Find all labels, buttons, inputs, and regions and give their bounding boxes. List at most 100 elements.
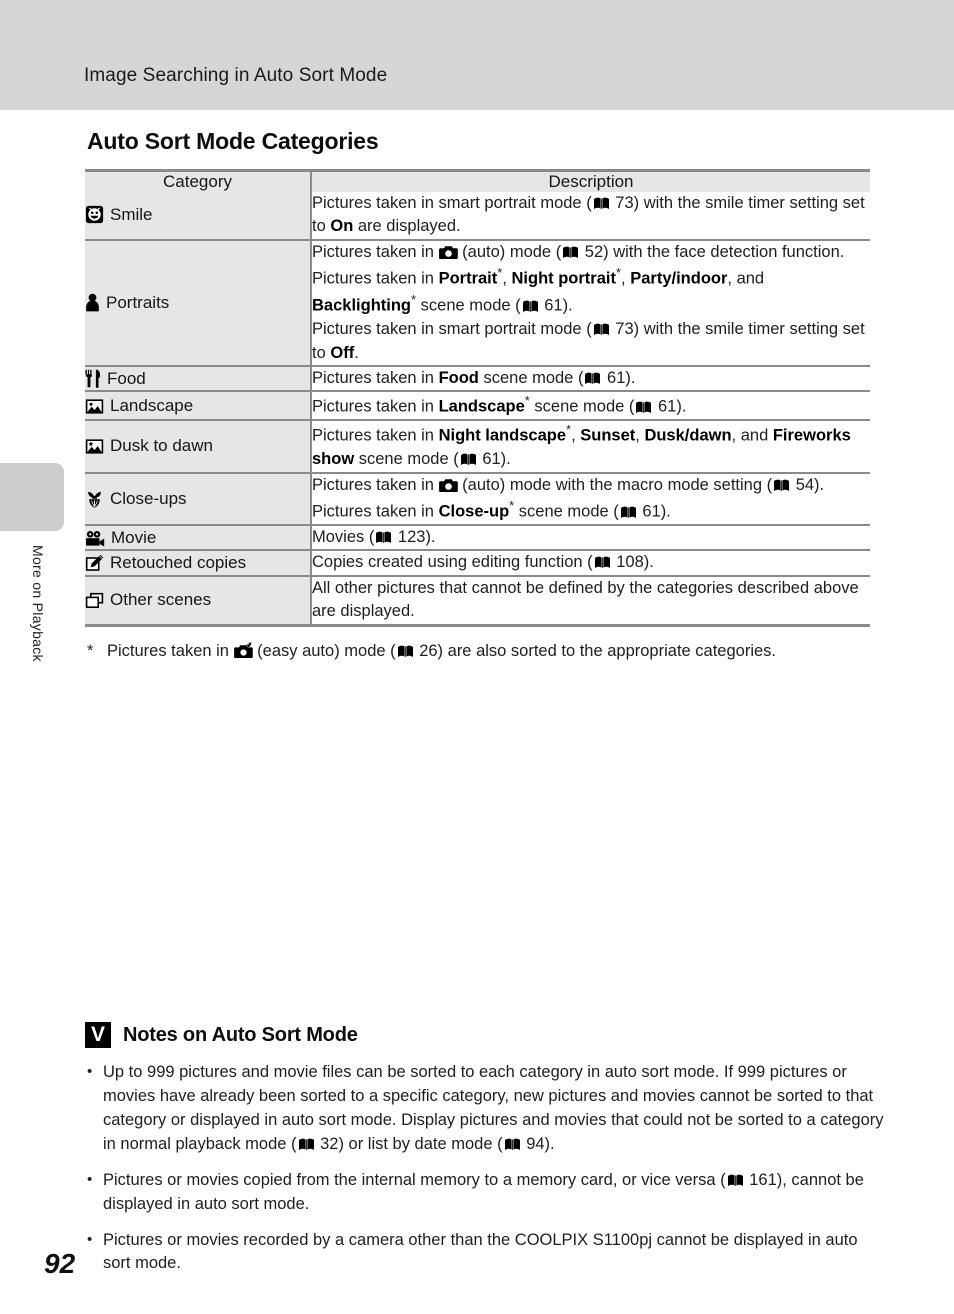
emphasis-text: Night portrait: [511, 269, 616, 288]
emphasis-text: Close-up: [438, 502, 510, 521]
notes-header: V Notes on Auto Sort Mode: [85, 1022, 885, 1048]
column-header-category: Category: [85, 170, 311, 192]
retouch-pen-icon: [85, 554, 104, 572]
description-paragraph: Pictures taken in smart portrait mode ( …: [312, 194, 865, 236]
book-icon: [504, 1137, 521, 1152]
table-header-row: Category Description: [85, 170, 870, 192]
book-icon: [593, 196, 610, 211]
description-paragraph: Pictures taken in smart portrait mode ( …: [312, 320, 865, 362]
sidebar-chapter-tab: [0, 463, 64, 531]
category-label: Movie: [111, 527, 157, 547]
category-cell: Food: [85, 365, 311, 393]
description-cell: Copies created using editing function ( …: [310, 550, 870, 577]
description-paragraph: Pictures taken in Night landscape*, Suns…: [312, 422, 851, 469]
emphasis-text: Sunset: [580, 426, 636, 445]
dusk-dawn-icon: [85, 438, 104, 455]
book-icon: [594, 555, 611, 570]
page-header-band: [0, 0, 954, 110]
emphasis-text: Dusk/dawn: [644, 426, 732, 445]
book-icon: [460, 452, 477, 467]
smile-face-icon: [85, 205, 104, 224]
category-label: Other scenes: [110, 590, 212, 610]
category-label: Food: [107, 368, 146, 388]
table-row: Other scenes All other pictures that cann…: [85, 575, 870, 626]
footnote-marker: *: [87, 641, 94, 660]
table-row: Close-ups Pictures taken in (auto) mode w…: [85, 472, 870, 526]
notes-list: Up to 999 pictures and movie files can b…: [85, 1061, 885, 1276]
page-content: Auto Sort Mode Categories Category Descr…: [85, 110, 875, 663]
book-icon: [562, 245, 579, 260]
emphasis-text: Off: [330, 343, 355, 362]
description-cell: Pictures taken in (auto) mode with the m…: [310, 472, 870, 526]
description-cell: Pictures taken in smart portrait mode ( …: [310, 192, 870, 241]
category-label: Retouched copies: [110, 553, 247, 573]
footnote-asterisk: *: [524, 393, 530, 409]
sidebar-chapter-label: More on Playback: [30, 545, 46, 662]
book-icon: [635, 400, 652, 415]
page-number: 92: [44, 1248, 76, 1279]
stacked-frames-icon: [85, 592, 104, 609]
description-cell: All other pictures that cannot be define…: [310, 575, 870, 626]
category-label: Dusk to dawn: [110, 436, 213, 456]
emphasis-text: Backlighting: [312, 296, 412, 315]
description-cell: Movies ( 123).: [310, 524, 870, 552]
footnote-asterisk: *: [509, 498, 515, 514]
emphasis-text: Night landscape: [438, 426, 567, 445]
book-icon: [773, 478, 790, 493]
category-cell: Dusk to dawn: [85, 420, 311, 474]
category-label: Landscape: [110, 395, 194, 415]
table-row: Food Pictures taken in Food scene mode ( …: [85, 365, 870, 393]
description-paragraph: Pictures taken in (auto) mode ( 52) with…: [312, 242, 845, 315]
emphasis-text: Party/indoor: [630, 269, 728, 288]
description-paragraph: Pictures taken in Close-up* scene mode (…: [312, 498, 671, 521]
column-header-description: Description: [310, 170, 870, 192]
table-body: Smile Pictures taken in smart portrait mo…: [85, 192, 870, 626]
category-cell: Movie: [85, 524, 311, 552]
emphasis-text: Landscape: [438, 397, 525, 416]
category-cell: Retouched copies: [85, 550, 311, 577]
book-icon: [620, 505, 637, 520]
description-paragraph: All other pictures that cannot be define…: [312, 578, 859, 621]
category-label: Close-ups: [110, 488, 187, 508]
description-cell: Pictures taken in Night landscape*, Suns…: [310, 420, 870, 474]
emphasis-text: Portrait: [438, 269, 498, 288]
table-row: Landscape Pictures taken in Landscape* sc…: [85, 391, 870, 422]
camera-icon: [438, 478, 458, 493]
category-label: Portraits: [106, 292, 170, 312]
footnote-asterisk: *: [615, 265, 622, 281]
book-icon: [727, 1173, 744, 1188]
footnote-asterisk: *: [566, 422, 572, 438]
description-paragraph: Pictures taken in Landscape* scene mode …: [312, 393, 687, 416]
table-row: Retouched copies Copies created using edi…: [85, 550, 870, 577]
table-row: Smile Pictures taken in smart portrait mo…: [85, 192, 870, 241]
category-cell: Portraits: [85, 239, 311, 367]
footnote-asterisk: *: [497, 265, 503, 281]
category-label: Smile: [110, 205, 153, 225]
landscape-icon: [85, 398, 104, 415]
book-icon: [593, 322, 610, 337]
book-icon: [397, 644, 414, 659]
footnote-asterisk: *: [411, 292, 417, 308]
table-row: Movie Movies ( 123).: [85, 524, 870, 552]
table-footnote: * Pictures taken in (easy auto) mode ( 2…: [87, 640, 875, 663]
category-cell: Smile: [85, 192, 311, 241]
footnote-text: Pictures taken in (easy auto) mode ( 26)…: [107, 641, 777, 660]
caution-badge-icon: V: [85, 1022, 111, 1048]
category-cell: Other scenes: [85, 575, 311, 626]
book-icon: [298, 1137, 315, 1152]
category-cell: Close-ups: [85, 472, 311, 526]
note-item: Pictures or movies copied from the inter…: [85, 1169, 885, 1217]
book-icon: [522, 299, 539, 314]
page-header-title: Image Searching in Auto Sort Mode: [84, 65, 388, 86]
auto-sort-categories-table: Category Description Smile Pictures taken…: [85, 169, 870, 627]
emphasis-text: Food: [438, 368, 479, 387]
notes-section: V Notes on Auto Sort Mode Up to 999 pict…: [85, 1022, 885, 1288]
description-cell: Pictures taken in Food scene mode ( 61).: [310, 365, 870, 393]
description-paragraph: Pictures taken in (auto) mode with the m…: [312, 475, 825, 494]
description-paragraph: Movies ( 123).: [312, 527, 436, 546]
table-row: Dusk to dawn Pictures taken in Night land…: [85, 420, 870, 474]
table-row: Portraits Pictures taken in (auto) mode (…: [85, 239, 870, 367]
description-paragraph: Copies created using editing function ( …: [312, 553, 654, 572]
camera-icon: [438, 245, 458, 260]
section-title: Auto Sort Mode Categories: [87, 128, 379, 154]
